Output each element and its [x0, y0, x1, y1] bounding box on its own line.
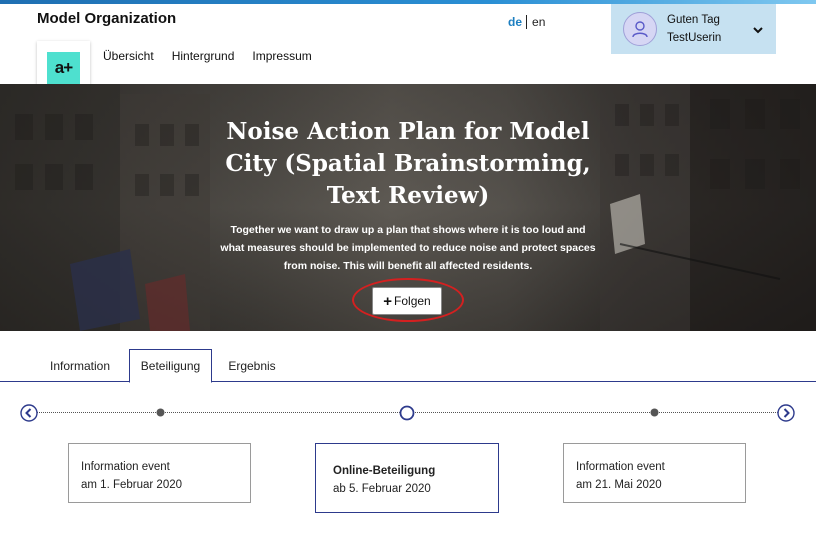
organization-title[interactable]: Model Organization	[37, 10, 176, 27]
chevron-left-circle-icon[interactable]	[20, 404, 38, 422]
follow-button[interactable]: + Folgen	[372, 287, 442, 315]
timeline-dot-1[interactable]	[156, 408, 165, 417]
phase-card-1[interactable]: Information event am 1. Februar 2020	[68, 443, 251, 503]
main-nav: Übersicht Hintergrund Impressum	[103, 49, 312, 63]
user-name: TestUserin	[667, 32, 722, 44]
hero-banner: Noise Action Plan for Model City (Spatia…	[0, 84, 816, 331]
tab-information[interactable]: Information	[38, 349, 122, 382]
user-avatar-icon	[623, 12, 657, 46]
chevron-down-icon[interactable]	[752, 22, 764, 40]
phase-card-date: ab 5. Februar 2020	[333, 483, 431, 495]
follow-button-label: Folgen	[394, 294, 431, 308]
logo-mark: a+	[47, 51, 80, 85]
page-title: Noise Action Plan for Model City (Spatia…	[225, 118, 591, 209]
nav-item-background[interactable]: Hintergrund	[172, 49, 235, 63]
phase-card-date: am 21. Mai 2020	[576, 479, 662, 491]
nav-item-overview[interactable]: Übersicht	[103, 49, 154, 63]
phase-card-title: Information event	[81, 461, 170, 473]
phase-card-2-active[interactable]: Online-Beteiligung ab 5. Februar 2020	[315, 443, 499, 513]
tab-participation[interactable]: Beteiligung	[129, 349, 212, 383]
user-greeting: Guten Tag	[667, 14, 720, 26]
phase-card-title: Information event	[576, 461, 665, 473]
hero-description: Together we want to draw up a plan that …	[220, 224, 596, 272]
tab-result[interactable]: Ergebnis	[218, 349, 286, 382]
timeline-dot-3[interactable]	[650, 408, 659, 417]
chevron-right-circle-icon[interactable]	[777, 404, 795, 422]
timeline-dot-2-active[interactable]	[399, 405, 415, 421]
lang-en-link[interactable]: en	[527, 15, 545, 29]
phase-card-3[interactable]: Information event am 21. Mai 2020	[563, 443, 746, 503]
plus-icon: +	[383, 292, 393, 310]
lang-de-link[interactable]: de	[508, 15, 528, 29]
phase-timeline	[0, 400, 816, 426]
phase-card-date: am 1. Februar 2020	[81, 479, 183, 491]
language-switcher: de en	[508, 15, 545, 29]
nav-item-imprint[interactable]: Impressum	[252, 49, 311, 63]
phase-card-title: Online-Beteiligung	[333, 465, 436, 477]
user-menu[interactable]: Guten Tag TestUserin	[611, 4, 776, 54]
tab-bar: Information Beteiligung Ergebnis	[0, 349, 816, 383]
